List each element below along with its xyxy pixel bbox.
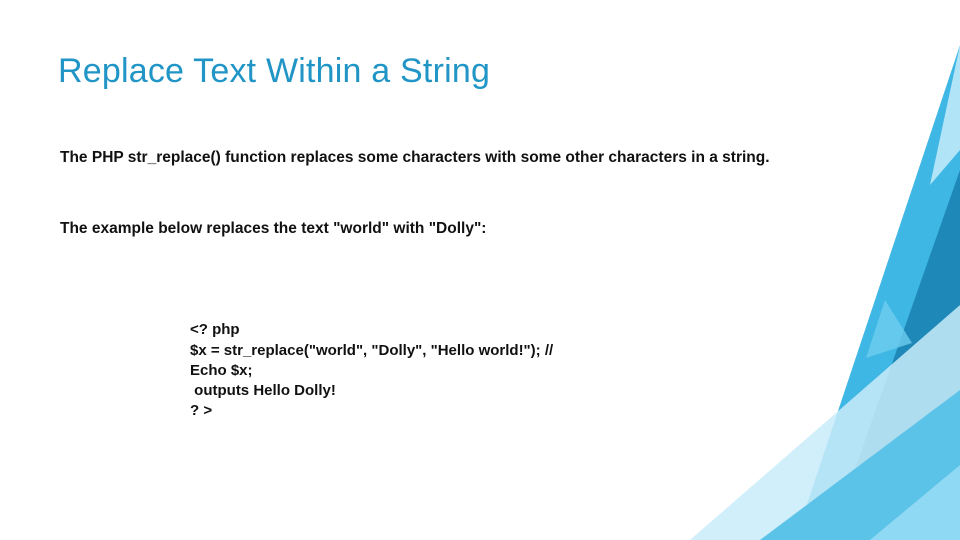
slide: Replace Text Within a String The PHP str… [0,0,960,540]
code-line: outputs Hello Dolly! [190,382,336,399]
code-line: ? > [190,402,212,419]
code-line: <? php [190,321,240,338]
slide-title: Replace Text Within a String [58,52,490,91]
code-example: <? php $x = str_replace("world", "Dolly"… [190,300,710,422]
code-line: $x = str_replace("world", "Dolly", "Hell… [190,342,553,359]
example-intro: The example below replaces the text "wor… [60,220,800,238]
code-line: Echo $x; [190,362,253,379]
intro-paragraph: The PHP str_replace() function replaces … [60,148,800,169]
